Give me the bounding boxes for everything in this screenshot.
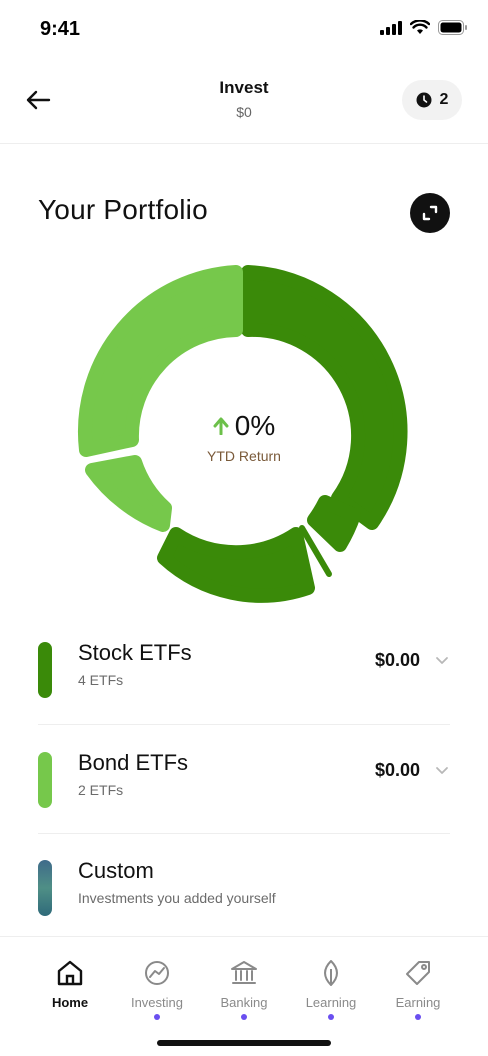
tab-bar: Home Investing Banking Learning Earning	[0, 936, 488, 1056]
donut-segment-stock-2	[307, 495, 361, 552]
tab-label: Investing	[130, 995, 184, 1010]
holding-sub: 2 ETFs	[78, 782, 124, 798]
ytd-return: 0%	[0, 410, 488, 442]
tab-learning[interactable]: Learning	[286, 957, 376, 1020]
holding-amount: $0.00	[374, 760, 420, 780]
custom-color-bar	[38, 860, 52, 916]
expand-button[interactable]	[410, 193, 450, 233]
stock-color-bar	[38, 642, 52, 698]
donut-segment-stock-1	[241, 265, 408, 530]
signal-icon	[380, 20, 402, 35]
ytd-return-value: 0%	[234, 410, 276, 441]
expand-icon	[422, 205, 438, 221]
holding-sub: Investments you added yourself	[78, 890, 276, 906]
battery-icon	[438, 20, 467, 35]
tab-label: Banking	[220, 995, 268, 1010]
portfolio-title: Your Portfolio	[38, 194, 208, 225]
tab-label: Learning	[305, 995, 357, 1010]
history-button[interactable]: 2	[402, 80, 462, 120]
arrow-up-icon	[213, 417, 229, 435]
tab-label: Earning	[395, 995, 441, 1010]
holding-row-stock-etfs[interactable]: Stock ETFs 4 ETFs $0.00	[38, 628, 450, 728]
header: Invest $0 2	[0, 60, 488, 144]
holding-row-bond-etfs[interactable]: Bond ETFs 2 ETFs $0.00	[38, 738, 450, 838]
donut-segment-stock-4	[157, 527, 315, 603]
bond-color-bar	[38, 752, 52, 808]
bank-icon	[231, 961, 257, 984]
notification-dot	[241, 1014, 247, 1020]
status-icons	[380, 20, 468, 35]
tab-investing[interactable]: Investing	[112, 957, 202, 1020]
status-bar: 9:41	[0, 0, 488, 60]
wifi-icon	[410, 20, 430, 34]
leaf-icon	[324, 960, 338, 986]
divider	[38, 724, 450, 725]
notification-dot	[328, 1014, 334, 1020]
holding-name: Custom	[78, 858, 154, 883]
tag-icon	[406, 961, 430, 985]
clock-icon	[416, 92, 432, 108]
holding-row-custom[interactable]: Custom Investments you added yourself	[38, 846, 450, 946]
tab-home[interactable]: Home	[25, 957, 115, 1010]
history-count: 2	[439, 91, 449, 108]
chevron-down-icon[interactable]	[434, 652, 450, 668]
home-indicator	[157, 1040, 331, 1046]
ytd-return-label: YTD Return	[207, 448, 281, 464]
home-icon	[57, 960, 83, 986]
divider	[38, 833, 450, 834]
notification-dot	[415, 1014, 421, 1020]
holding-sub: 4 ETFs	[78, 672, 124, 688]
holding-amount: $0.00	[374, 650, 420, 670]
holding-name: Stock ETFs	[78, 640, 192, 665]
holding-name: Bond ETFs	[78, 750, 189, 775]
donut-segment-bond-1	[85, 455, 172, 532]
status-time: 9:41	[40, 18, 81, 40]
notification-dot	[154, 1014, 160, 1020]
tab-earning[interactable]: Earning	[373, 957, 463, 1020]
tab-label: Home	[51, 995, 89, 1010]
chevron-down-icon[interactable]	[434, 762, 450, 778]
tab-banking[interactable]: Banking	[199, 957, 289, 1020]
investing-icon	[145, 961, 169, 985]
